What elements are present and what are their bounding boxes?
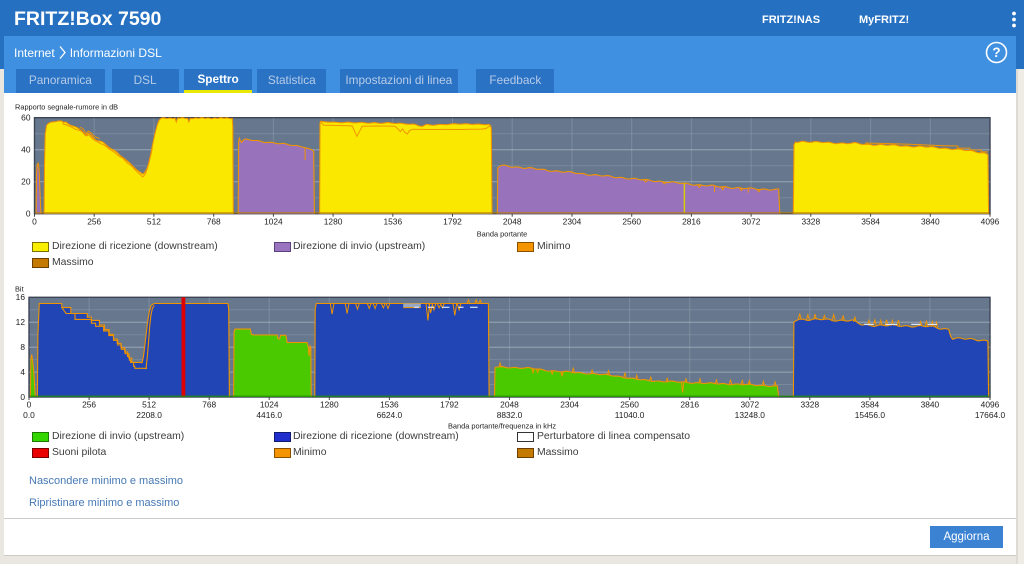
svg-text:256: 256 [87,217,101,227]
svg-text:13248.0: 13248.0 [735,410,766,420]
svg-text:?: ? [992,45,1000,60]
svg-text:12: 12 [16,317,26,327]
svg-text:512: 512 [142,399,156,409]
svg-text:2816: 2816 [680,399,699,409]
svg-text:17664.0: 17664.0 [975,410,1006,420]
svg-text:4416.0: 4416.0 [256,410,282,420]
svg-text:2560: 2560 [620,399,639,409]
svg-text:768: 768 [207,217,221,227]
svg-text:2048: 2048 [500,399,519,409]
svg-text:1792: 1792 [440,399,459,409]
svg-text:16: 16 [16,292,26,302]
svg-text:1280: 1280 [324,217,343,227]
svg-text:Rapporto segnale-rumore in dB: Rapporto segnale-rumore in dB [15,103,118,112]
svg-text:3584: 3584 [861,399,880,409]
svg-text:0: 0 [26,209,31,219]
svg-text:0: 0 [20,392,25,402]
svg-text:256: 256 [82,399,96,409]
svg-text:40: 40 [21,145,31,155]
svg-text:3072: 3072 [740,399,759,409]
svg-text:2304: 2304 [560,399,579,409]
svg-text:3840: 3840 [921,217,940,227]
svg-text:0.0: 0.0 [23,410,35,420]
svg-text:3840: 3840 [921,399,940,409]
svg-text:1792: 1792 [443,217,462,227]
svg-text:2208.0: 2208.0 [136,410,162,420]
svg-text:Banda portante/frequenza in kH: Banda portante/frequenza in kHz [448,421,556,430]
svg-text:512: 512 [147,217,161,227]
svg-text:0: 0 [32,217,37,227]
svg-text:Bit: Bit [15,285,24,294]
svg-text:20: 20 [21,177,31,187]
svg-text:1536: 1536 [383,217,402,227]
svg-text:3328: 3328 [800,399,819,409]
svg-text:2048: 2048 [503,217,522,227]
svg-text:11040.0: 11040.0 [615,410,645,420]
svg-text:8832.0: 8832.0 [497,410,523,420]
svg-text:60: 60 [21,113,31,123]
svg-text:3328: 3328 [801,217,820,227]
svg-text:4096: 4096 [981,217,1000,227]
svg-text:2816: 2816 [682,217,701,227]
svg-text:6624.0: 6624.0 [377,410,403,420]
svg-text:768: 768 [202,399,216,409]
svg-text:0: 0 [27,399,32,409]
svg-text:1280: 1280 [320,399,339,409]
svg-text:3072: 3072 [742,217,761,227]
svg-text:1024: 1024 [264,217,283,227]
svg-text:3584: 3584 [861,217,880,227]
svg-text:15456.0: 15456.0 [855,410,886,420]
svg-text:8: 8 [20,342,25,352]
svg-text:1024: 1024 [260,399,279,409]
svg-text:4: 4 [20,367,25,377]
svg-text:2560: 2560 [622,217,641,227]
svg-text:Banda portante: Banda portante [477,229,528,238]
svg-text:4096: 4096 [981,399,1000,409]
svg-text:1536: 1536 [380,399,399,409]
svg-text:2304: 2304 [563,217,582,227]
